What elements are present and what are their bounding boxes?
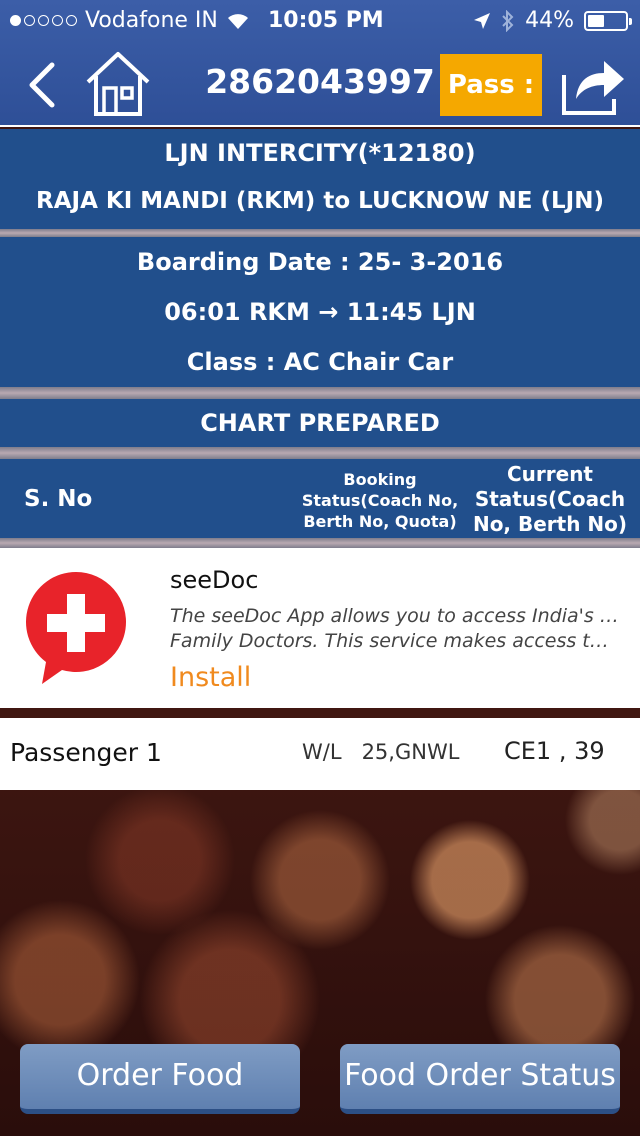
bluetooth-icon (502, 9, 514, 32)
header-booking-line2: Status(Coach No, (301, 491, 459, 510)
ad-title[interactable]: seeDoc (170, 566, 258, 594)
wifi-icon (227, 13, 248, 29)
divider (0, 447, 640, 459)
pnr-number: 2862043997 (205, 62, 435, 101)
header-booking-status: Booking Status(Coach No, Berth No, Quota… (298, 469, 462, 532)
header-booking-line3: Berth No, Quota) (303, 512, 457, 531)
header-current-line3: No, Berth No) (472, 512, 628, 536)
order-food-button[interactable]: Order Food (20, 1044, 300, 1114)
signal-strength-icon (10, 15, 77, 26)
chart-status: CHART PREPARED (200, 409, 440, 437)
ad-description-line1: The seeDoc App allows you to access Indi… (170, 605, 620, 627)
carrier-name: Vodafone IN (85, 8, 218, 33)
header-current-line2: Status(Coach (474, 487, 626, 511)
back-chevron-icon[interactable] (22, 60, 62, 110)
booking-status: W/L 25,GNWL (302, 740, 460, 764)
divider (0, 229, 640, 237)
ad-description-line2: Family Doctors. This service makes acces… (170, 630, 620, 652)
ad-description: The seeDoc App allows you to access Indi… (170, 604, 620, 654)
passenger-name: Passenger 1 (10, 738, 162, 767)
header-current-line1: Current (506, 462, 593, 486)
passenger-row: Passenger 1 W/L 25,GNWL CE1 , 39 (0, 718, 640, 790)
travel-class: Class : AC Chair Car (186, 348, 454, 376)
status-time: 10:05 PM (268, 8, 384, 33)
battery-percent: 44% (525, 8, 574, 33)
red-cross-chat-icon[interactable] (24, 570, 128, 686)
status-left: Vodafone IN (10, 8, 250, 33)
train-name: LJN INTERCITY(*12180) (164, 139, 476, 167)
journey-timing: 06:01 RKM → 11:45 LJN (164, 298, 476, 326)
status-right: 44% (473, 8, 632, 33)
share-icon[interactable] (560, 55, 628, 117)
header-sno: S. No (24, 486, 93, 512)
train-route: RAJA KI MANDI (RKM) to LUCKNOW NE (LJN) (36, 188, 604, 214)
current-status: CE1 , 39 (504, 737, 605, 765)
divider (0, 387, 640, 399)
pass-button[interactable]: Pass : (440, 54, 542, 116)
header-current-status: Current Status(Coach No, Berth No) (466, 462, 634, 537)
home-icon[interactable] (84, 50, 152, 118)
food-order-status-button[interactable]: Food Order Status (340, 1044, 620, 1114)
header-booking-line1: Booking (343, 470, 417, 489)
battery-icon (584, 10, 632, 31)
install-button[interactable]: Install (170, 662, 251, 693)
divider (0, 538, 640, 548)
boarding-date: Boarding Date : 25- 3-2016 (136, 248, 504, 276)
location-arrow-icon (474, 12, 491, 29)
status-bar: Vodafone IN 10:05 PM 44% (0, 0, 640, 40)
